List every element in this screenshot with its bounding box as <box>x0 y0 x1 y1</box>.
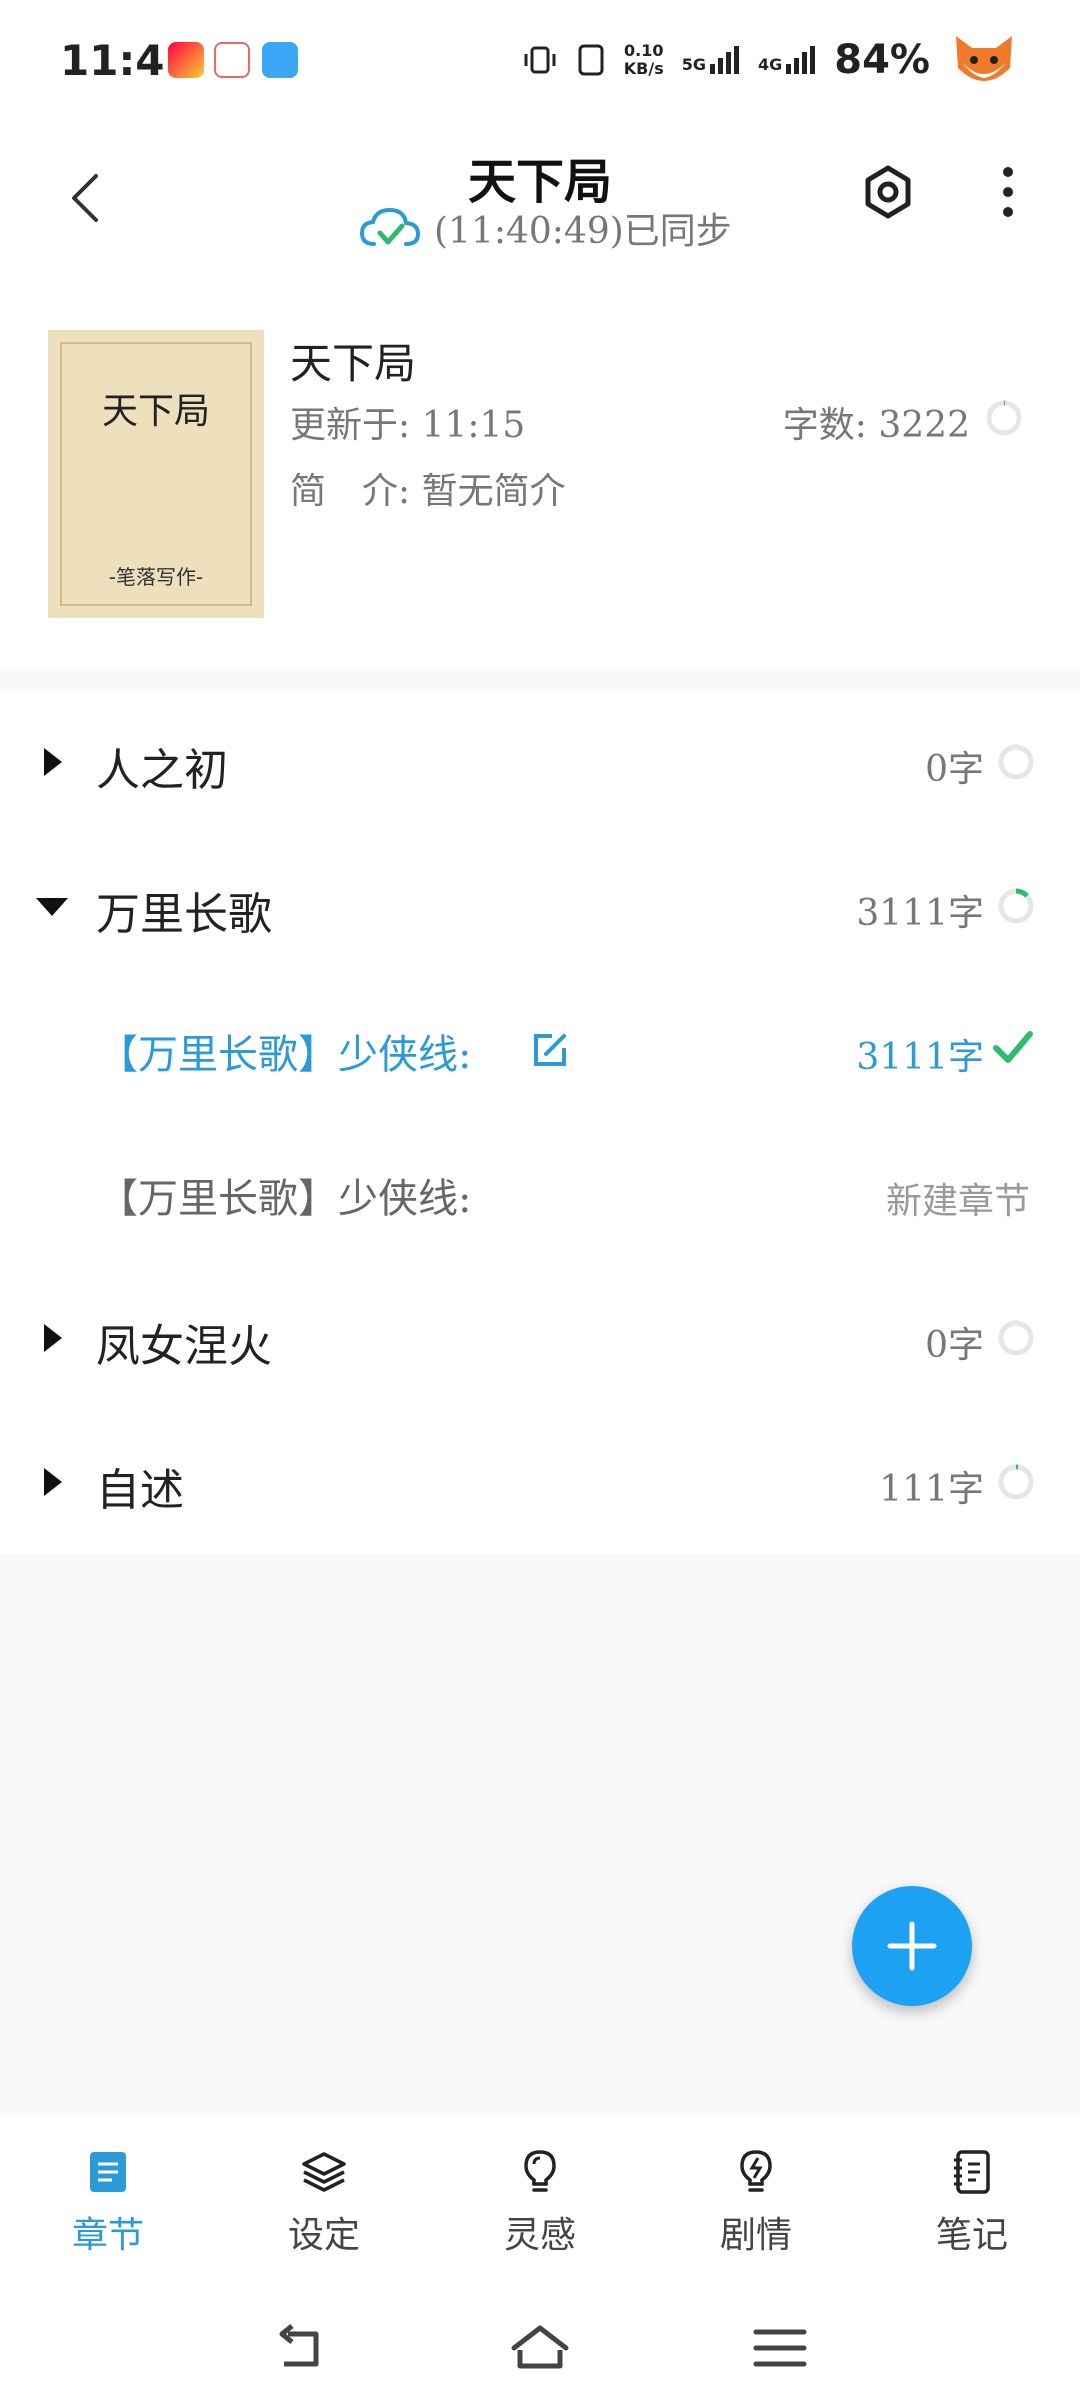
volume-word-count: 111字 <box>879 1469 984 1510</box>
lightbulb-icon <box>524 2150 556 2192</box>
progress-ring-icon <box>998 888 1034 924</box>
chapter-title: 【万里长歌】少侠线: <box>98 1176 472 1222</box>
edit-icon[interactable] <box>528 1028 572 1072</box>
check-app-icon <box>262 42 298 78</box>
tab-inspiration[interactable]: 灵感 <box>475 2148 605 2258</box>
cloud-synced-icon <box>360 207 420 246</box>
sim2-label: 4G <box>757 55 783 74</box>
chapter-list: 人之初 0字 万里长歌 3111字 【万里长歌】少侠线: 3111字 【万里长歌… <box>0 690 1080 1554</box>
volume-title: 人之初 <box>96 745 228 796</box>
add-fab-button[interactable] <box>852 1886 972 2006</box>
layers-icon <box>302 2152 346 2192</box>
chapter-title: 【万里长歌】少侠线: <box>98 1032 472 1078</box>
cover-subtitle: -笔落写作- <box>108 565 204 589</box>
game-app-icon <box>168 42 204 78</box>
progress-ring-icon <box>986 400 1022 436</box>
signal-icon <box>709 46 739 74</box>
volume-row[interactable]: 凤女涅火 0字 <box>0 1266 1080 1410</box>
volume-title: 万里长歌 <box>96 889 272 940</box>
settings-icon[interactable] <box>856 160 920 224</box>
home-nav-icon[interactable] <box>510 2320 570 2376</box>
volume-title: 凤女涅火 <box>96 1321 272 1372</box>
volume-row[interactable]: 自述 111字 <box>0 1410 1080 1554</box>
sync-status: (11:40:49)已同步 <box>360 202 732 254</box>
tab-label: 章节 <box>71 2215 144 2256</box>
volume-word-count: 0字 <box>925 1325 984 1366</box>
more-options-icon[interactable] <box>990 160 1026 224</box>
volume-row[interactable]: 人之初 0字 <box>0 690 1080 834</box>
tab-label: 设定 <box>287 2215 360 2256</box>
expand-arrow-icon[interactable] <box>34 1464 70 1500</box>
bottom-navigation: 章节 设定 灵感 剧情 笔记 <box>0 2114 1080 2290</box>
book-intro: 简 介: 暂无简介 <box>290 471 566 512</box>
tab-settings[interactable]: 设定 <box>259 2148 389 2258</box>
cover-title: 天下局 <box>101 391 210 432</box>
collapse-arrow-icon[interactable] <box>34 888 70 924</box>
progress-ring-icon <box>998 744 1034 780</box>
network-speed: 0.10 KB/s <box>624 42 664 78</box>
book-info-card[interactable]: 天下局 -笔落写作- 天下局 更新于: 11:15 字数: 3222 简 介: … <box>0 290 1080 668</box>
check-icon <box>993 1031 1033 1063</box>
chapter-word-count: 3111字 <box>856 1037 984 1078</box>
menu-nav-icon[interactable] <box>750 2320 810 2376</box>
chapter-row-active[interactable]: 【万里长歌】少侠线: 3111字 <box>0 978 1080 1122</box>
back-nav-icon[interactable] <box>270 2320 330 2376</box>
notebook-icon <box>954 2150 990 2194</box>
tab-chapters[interactable]: 章节 <box>43 2148 173 2258</box>
volume-row[interactable]: 万里长歌 3111字 <box>0 834 1080 978</box>
new-chapter-button[interactable]: 新建章节 <box>886 1172 1030 1224</box>
expand-arrow-icon[interactable] <box>34 1320 70 1356</box>
fox-avatar-icon <box>956 36 1012 81</box>
volume-title: 自述 <box>96 1465 184 1516</box>
plus-icon <box>887 1921 937 1971</box>
tab-plot[interactable]: 剧情 <box>691 2148 821 2258</box>
book-cover[interactable]: 天下局 -笔落写作- <box>48 330 264 618</box>
tab-label: 剧情 <box>719 2215 792 2256</box>
nfc-icon <box>578 44 604 76</box>
app-header: 天下局 (11:40:49)已同步 <box>0 120 1080 290</box>
progress-ring-icon <box>998 1464 1034 1500</box>
progress-ring-icon <box>998 1320 1034 1356</box>
network-speed-value: 0.10 <box>623 41 664 60</box>
network-speed-unit: KB/s <box>623 59 664 78</box>
sim1-label: 5G <box>681 55 706 74</box>
tab-label: 笔记 <box>935 2215 1008 2256</box>
sync-text: (11:40:49)已同步 <box>434 211 732 252</box>
cover-frame: 天下局 -笔落写作- <box>60 342 252 606</box>
panda-app-icon <box>214 42 250 78</box>
sim1-signal: 5G <box>682 46 740 74</box>
vibrate-icon <box>524 46 556 74</box>
document-icon <box>90 2152 126 2192</box>
tab-label: 灵感 <box>503 2215 576 2256</box>
signal-icon <box>786 46 816 74</box>
status-indicators: 0.10 KB/s 5G 4G 84% <box>522 28 1020 92</box>
system-navigation-bar <box>0 2290 1080 2408</box>
tab-notes[interactable]: 笔记 <box>907 2148 1037 2258</box>
book-updated: 更新于: 11:15 <box>290 405 526 446</box>
book-word-count: 字数: 3222 <box>782 405 970 446</box>
volume-word-count: 0字 <box>925 749 984 790</box>
bolt-bulb-icon <box>740 2150 772 2192</box>
status-bar: 11:41 0.10 KB/s 5G 4G 84% <box>0 0 1080 120</box>
battery-level: 84% <box>834 37 930 83</box>
book-name: 天下局 <box>290 339 417 388</box>
chapter-row[interactable]: 【万里长歌】少侠线: 新建章节 <box>0 1122 1080 1266</box>
volume-word-count: 3111字 <box>856 893 984 934</box>
sim2-signal: 4G <box>758 46 816 74</box>
expand-arrow-icon[interactable] <box>34 744 70 780</box>
